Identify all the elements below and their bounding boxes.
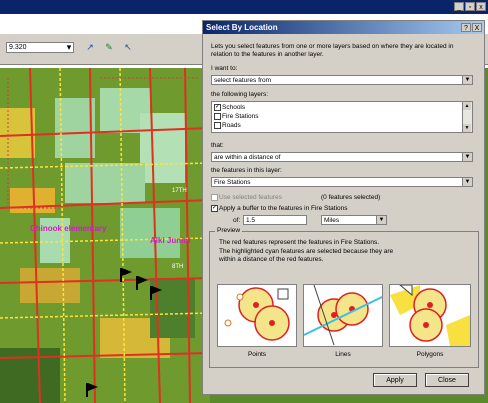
minimize-button[interactable]: _ [454,2,464,11]
map-label-chinook: Chinook elementary [30,224,107,233]
source-layer-select[interactable]: Fire Stations ▼ [211,177,473,187]
preview-points-graphic [224,287,290,341]
app-window-buttons: _ ▫ x [454,2,486,11]
app-title-bar [0,0,488,14]
close-dialog-button[interactable]: X [472,23,482,32]
layer-item-schools[interactable]: ✓ Schools [214,104,245,112]
maximize-button[interactable]: ▫ [465,2,475,11]
layers-list[interactable]: ✓ Schools Fire Stations Roads ▲ ▼ [211,101,473,133]
units-value: Miles [324,217,340,224]
use-selected-checkbox[interactable]: Use selected features [211,194,282,202]
caption-polygons: Polygons [416,351,444,358]
want-value: select features from [214,77,272,84]
preview-polygons [389,284,471,347]
caption-points: Points [247,351,267,358]
chevron-down-icon[interactable]: ▼ [462,153,472,161]
chevron-down-icon[interactable]: ▼ [462,178,472,186]
scroll-up-icon[interactable]: ▲ [463,102,471,110]
preview-label: Preview [215,227,243,235]
help-pointer-icon[interactable]: ↖ [122,41,134,53]
buffer-checkbox[interactable]: ✓ Apply a buffer to the features in Fire … [211,205,348,213]
caption-lines: Lines [335,351,351,358]
buffer-distance-value: 1.5 [246,217,256,224]
use-selected-label: Use selected features [219,194,282,202]
dialog-title: Select By Location [203,21,484,34]
layer-label: Roads [222,122,241,130]
relation-select[interactable]: are within a distance of ▼ [211,152,473,162]
map-label-alki: Alki Junior [150,236,192,245]
help-button[interactable]: ? [461,23,471,32]
select-arrow-icon[interactable]: ↗ [84,41,96,53]
layer-label: Schools [222,104,246,112]
layer-label: Fire Stations [222,113,259,121]
selected-count: (0 features selected) [321,194,381,201]
check-icon[interactable]: ✓ [211,205,218,212]
select-by-location-dialog: Select By Location ? X Lets you select f… [202,20,485,395]
checkbox[interactable] [214,113,221,120]
map-street-label: 8TH [172,264,184,270]
source-layer-value: Fire Stations [214,179,251,186]
preview-text-cyan: The highlighted cyan features are select… [219,248,394,263]
check-icon[interactable]: ✓ [214,104,221,111]
chevron-down-icon[interactable]: ▾ [63,41,75,53]
map-street-label: 17TH [172,188,187,194]
dialog-title-buttons: ? X [461,23,482,32]
close-button[interactable]: Close [425,373,469,387]
of-label: of: [233,217,241,224]
units-select[interactable]: Miles ▼ [321,215,387,225]
preview-points [217,284,297,347]
chevron-down-icon[interactable]: ▼ [462,76,472,84]
identify-icon[interactable]: ✎ [103,41,115,53]
checkbox[interactable] [211,194,218,201]
scroll-down-icon[interactable]: ▼ [463,124,471,132]
intro-text: Lets you select features from one or mor… [211,43,454,58]
features-label: the features in this layer: [211,167,282,174]
chevron-down-icon[interactable]: ▼ [376,216,386,224]
layers-scrollbar[interactable]: ▲ ▼ [462,102,472,132]
buffer-distance-input[interactable]: 1.5 [243,215,307,225]
that-label: that: [211,142,224,149]
want-select[interactable]: select features from ▼ [211,75,473,85]
layer-item-roads[interactable]: Roads [214,122,241,130]
relation-value: are within a distance of [214,154,281,161]
apply-button[interactable]: Apply [373,373,417,387]
preview-lines [303,284,383,347]
want-label: I want to: [211,65,238,72]
buffer-label: Apply a buffer to the features in Fire S… [219,205,348,213]
close-app-button[interactable]: x [476,2,486,11]
preview-text-red: The red features represent the features … [219,239,380,246]
preview-lines-graphic [304,285,382,346]
layers-label: the following layers: [211,91,269,98]
preview-polygons-graphic [390,285,470,346]
checkbox[interactable] [214,122,221,129]
map-scale-value: 9.320 [9,44,27,51]
layer-item-fire-stations[interactable]: Fire Stations [214,113,259,121]
